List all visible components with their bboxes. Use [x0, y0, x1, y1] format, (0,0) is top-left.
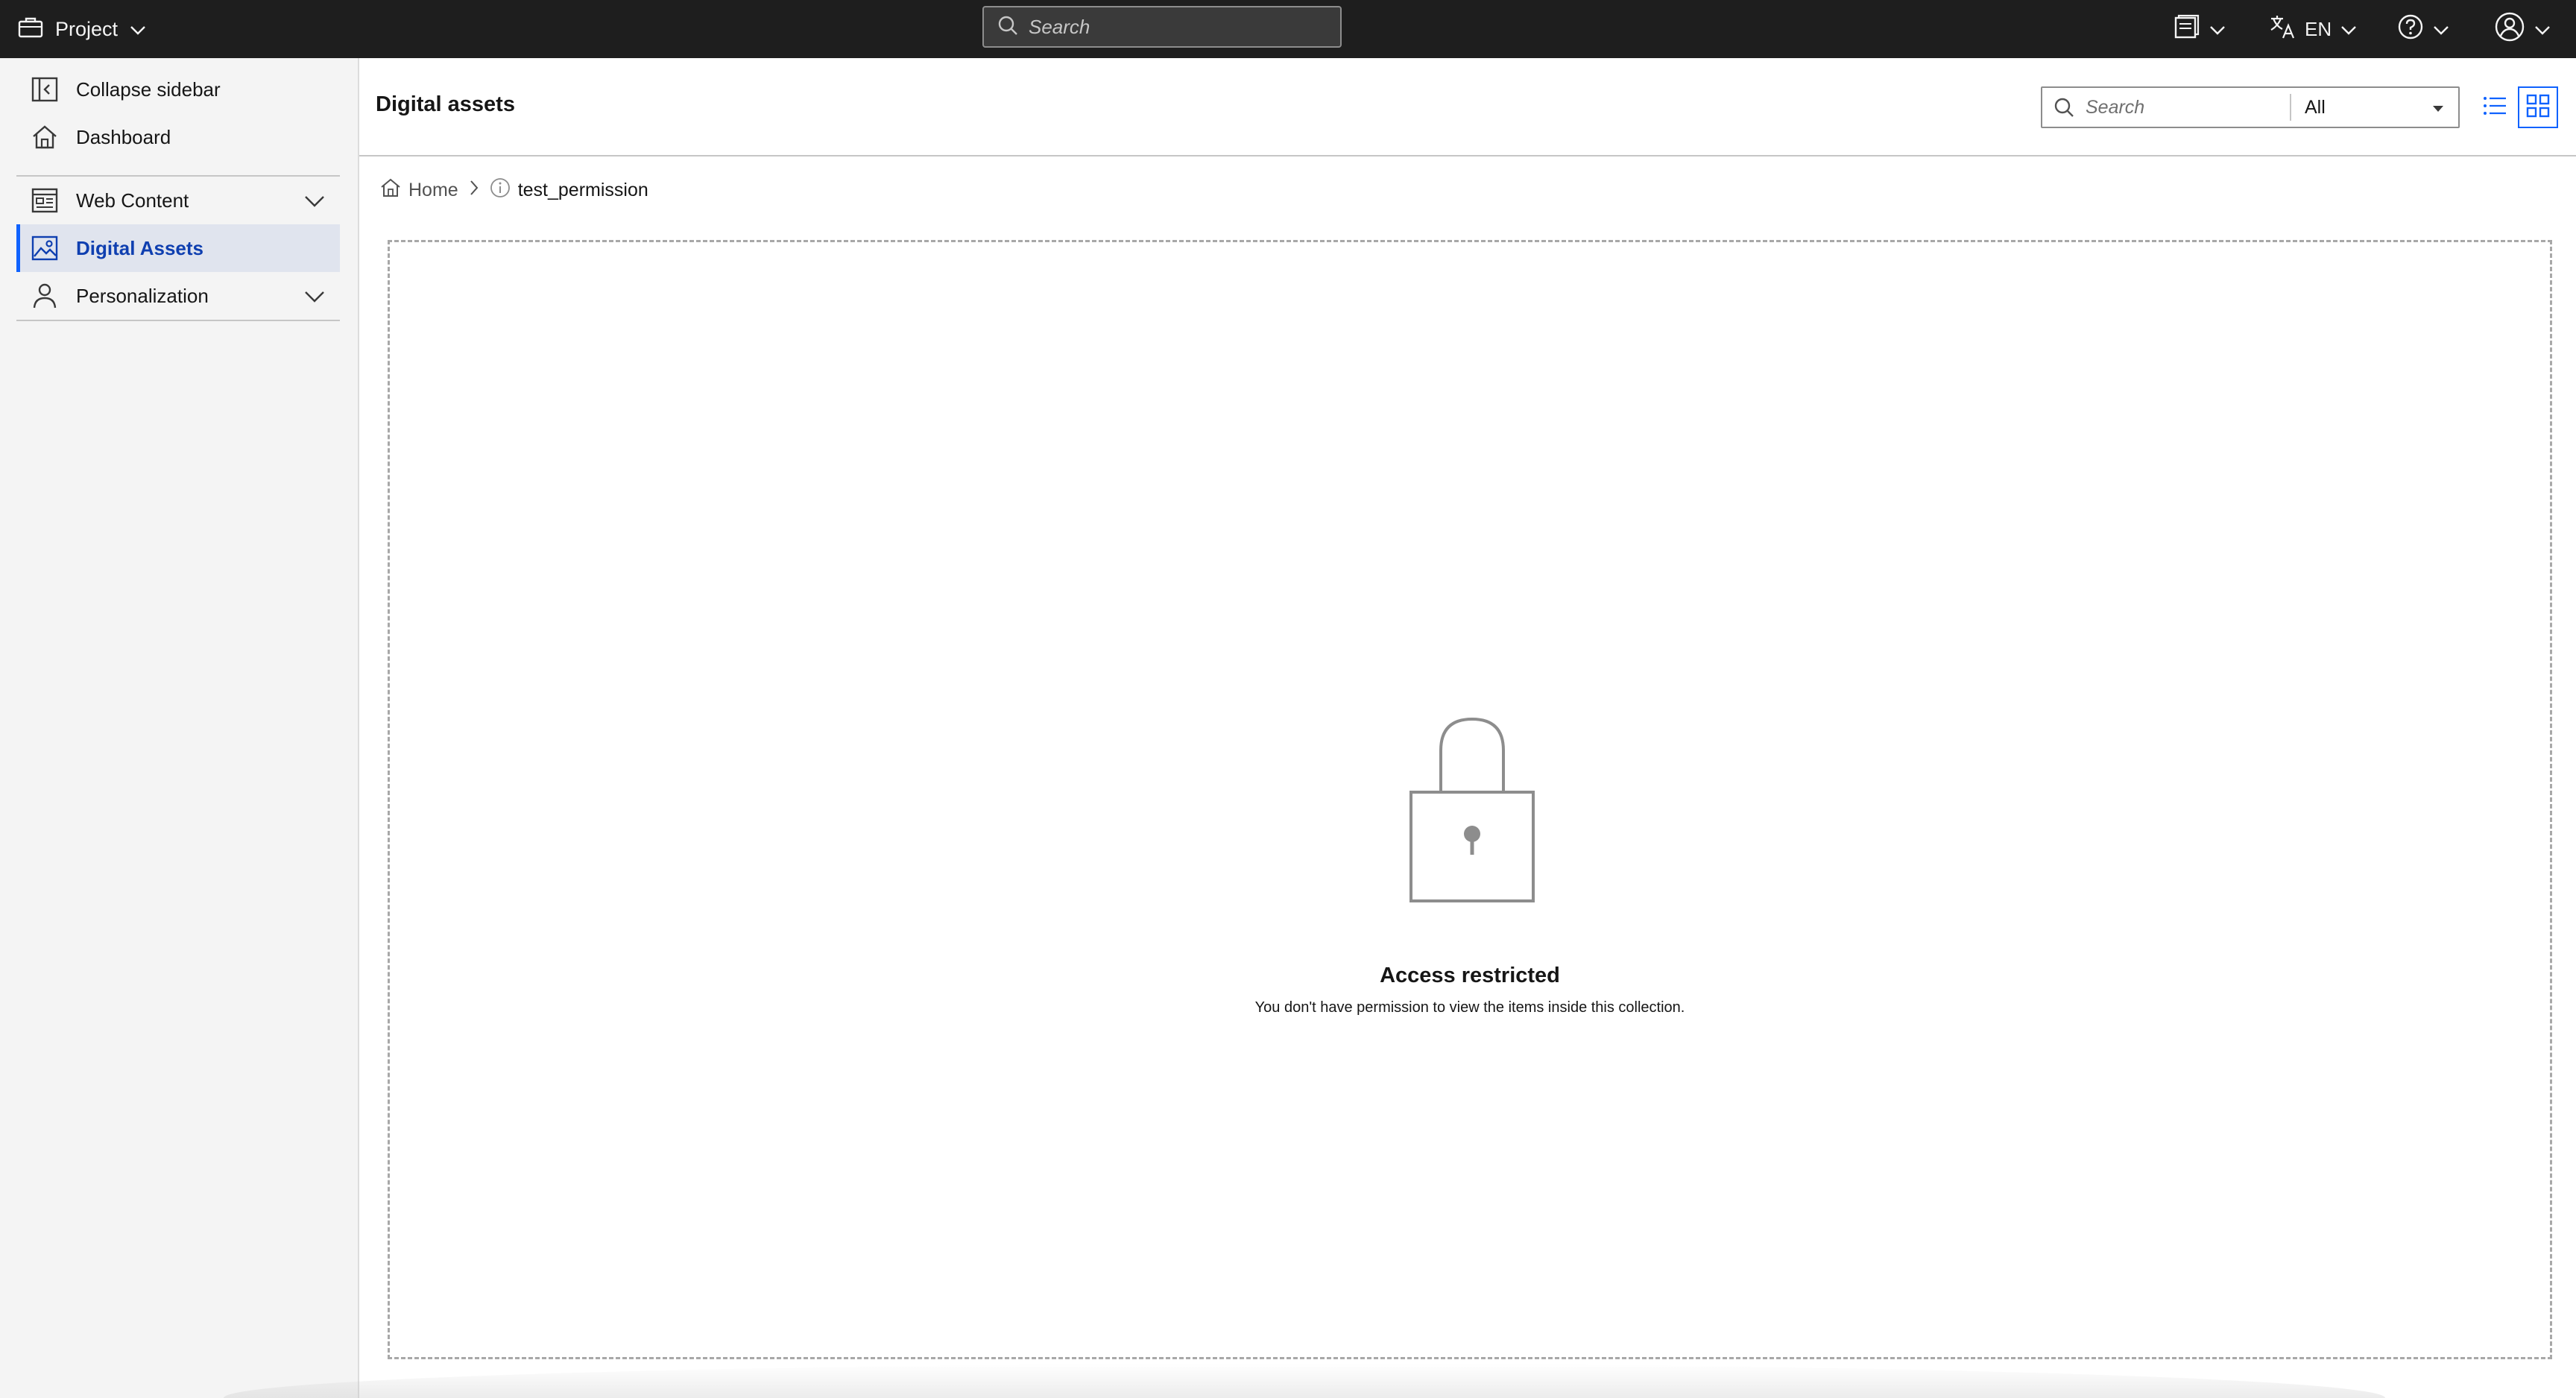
user-icon — [30, 281, 60, 311]
empty-state-title: Access restricted — [1380, 964, 1560, 987]
project-label: Project — [55, 17, 119, 40]
caret-down-icon — [2431, 97, 2445, 118]
home-icon — [380, 178, 401, 203]
grid-view-button[interactable] — [2518, 86, 2558, 128]
asset-search-input[interactable] — [2086, 96, 2287, 118]
sidebar-item-digital-assets[interactable]: Digital Assets — [16, 224, 340, 272]
chevron-down-icon — [2209, 18, 2226, 41]
language-label: EN — [2305, 17, 2332, 40]
chevron-down-icon — [2534, 18, 2551, 41]
sidebar-item-label: Dashboard — [76, 125, 171, 148]
sidebar-item-dashboard[interactable]: Dashboard — [16, 113, 340, 161]
empty-state-description: You don't have permission to view the it… — [1254, 999, 1685, 1016]
chevron-down-icon[interactable] — [304, 190, 325, 213]
view-toggle — [2475, 86, 2558, 128]
breadcrumb-home-label: Home — [408, 180, 458, 200]
sidebar-item-label: Digital Assets — [76, 236, 203, 259]
search-icon — [2042, 97, 2086, 118]
sidebar-item-label: Personalization — [76, 284, 209, 307]
user-menu[interactable] — [2494, 0, 2551, 58]
web-content-icon — [30, 186, 60, 215]
global-search[interactable] — [982, 6, 1342, 48]
catalog-icon — [2174, 14, 2200, 45]
sidebar-item-personalization[interactable]: Personalization — [16, 272, 340, 320]
breadcrumb-home[interactable]: Home — [380, 178, 458, 203]
catalog-switcher[interactable] — [2174, 0, 2226, 58]
translate-icon — [2269, 14, 2296, 45]
breadcrumb: Home test_permission — [380, 177, 648, 203]
search-icon — [997, 15, 1018, 39]
sidebar-divider — [16, 320, 340, 321]
lock-icon — [1409, 717, 1535, 902]
asset-type-filter[interactable]: All — [2291, 88, 2458, 127]
asset-drop-area: Access restricted You don't have permiss… — [388, 240, 2552, 1359]
breadcrumb-current-label: test_permission — [517, 180, 648, 200]
list-view-button[interactable] — [2475, 86, 2515, 128]
chevron-right-icon — [469, 180, 479, 201]
chevron-down-icon — [2340, 18, 2357, 41]
top-bar: Project EN — [0, 0, 2576, 58]
breadcrumb-current: test_permission — [490, 177, 648, 203]
home-icon — [30, 122, 60, 152]
sidebar-item-label: Collapse sidebar — [76, 78, 221, 101]
sidebar-item-collapse[interactable]: Collapse sidebar — [16, 66, 340, 113]
list-icon — [2482, 95, 2507, 121]
chevron-down-icon — [130, 18, 146, 41]
global-search-input[interactable] — [1029, 15, 1327, 39]
chevron-down-icon — [2433, 18, 2449, 41]
chevron-down-icon[interactable] — [304, 285, 325, 309]
collapse-sidebar-icon — [30, 75, 60, 104]
page-title: Digital assets — [376, 92, 515, 116]
empty-state: Access restricted You don't have permiss… — [390, 242, 2550, 1357]
image-icon — [30, 233, 60, 263]
info-icon — [490, 177, 511, 203]
user-avatar-icon — [2494, 11, 2525, 48]
sidebar-item-label: Web Content — [76, 189, 189, 212]
sidebar: Collapse sidebar Dashboard Web Content D… — [0, 58, 359, 1398]
language-switcher[interactable]: EN — [2269, 0, 2357, 58]
help-icon — [2397, 13, 2424, 45]
help-menu[interactable] — [2397, 0, 2449, 58]
main-content: Digital assets All — [359, 58, 2576, 1398]
filter-value: All — [2305, 96, 2326, 118]
project-switcher[interactable]: Project — [18, 0, 146, 58]
sidebar-item-web-content[interactable]: Web Content — [16, 177, 340, 224]
main-header: Digital assets All — [359, 58, 2576, 156]
asset-search-bar: All — [2041, 86, 2460, 128]
briefcase-icon — [18, 16, 43, 43]
grid-icon — [2526, 94, 2550, 121]
